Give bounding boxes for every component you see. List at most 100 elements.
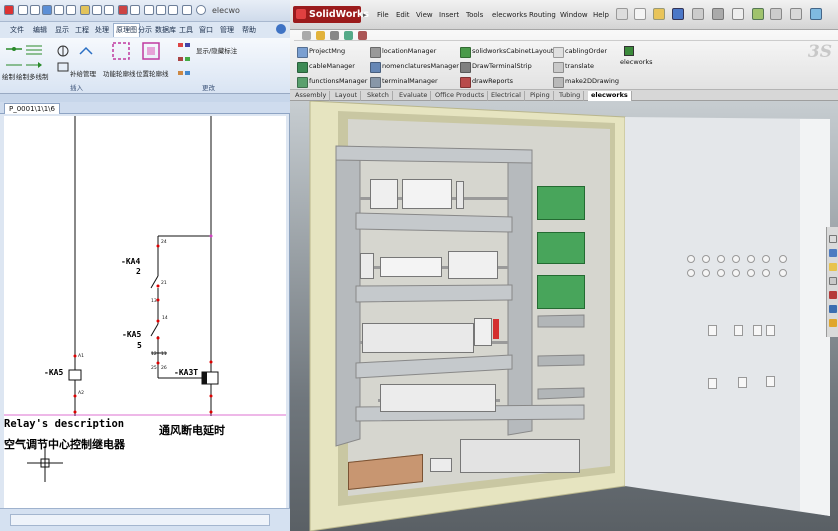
- green-relay-module[interactable]: [537, 232, 585, 264]
- tab-assembly[interactable]: Assembly: [292, 91, 331, 101]
- cmd-nomenclatures-manager[interactable]: nomenclaturesManager: [370, 62, 459, 73]
- green-relay-module[interactable]: [537, 275, 585, 309]
- delete-icon[interactable]: [358, 31, 367, 40]
- new-document-icon[interactable]: [634, 8, 646, 20]
- tab-window[interactable]: 窗口: [199, 25, 213, 35]
- feature-icon[interactable]: [316, 31, 325, 40]
- print-icon[interactable]: [692, 8, 704, 20]
- tab-elecworks[interactable]: elecworks: [588, 91, 632, 101]
- terminal-small[interactable]: [430, 458, 452, 472]
- save-disk-icon[interactable]: [672, 8, 684, 20]
- cmd-location-manager[interactable]: locationManager: [370, 47, 436, 58]
- function-outline-icon[interactable]: [112, 42, 130, 60]
- cmd-translate[interactable]: translate: [553, 62, 594, 73]
- red-lever[interactable]: [493, 319, 499, 339]
- breaker-small[interactable]: [360, 253, 374, 279]
- pin-icon[interactable]: [616, 8, 628, 20]
- end-stop[interactable]: [456, 181, 464, 209]
- terminal-row[interactable]: [380, 384, 496, 412]
- cmd-cabinet-layout[interactable]: solidworksCabinetLayout: [460, 47, 553, 58]
- menu-window[interactable]: Window: [560, 11, 588, 19]
- tab-schematic[interactable]: 原理图: [113, 23, 140, 37]
- symbol-icon[interactable]: [55, 44, 71, 58]
- tab-database[interactable]: 数据库: [155, 25, 176, 35]
- schematic-canvas[interactable]: -KA4 2 -KA5 5 -KA5 -KA3T 24 21 13 14 12 …: [4, 116, 286, 508]
- function-outline-button[interactable]: 功能轮廓线: [103, 68, 136, 78]
- cmd-draw-reports[interactable]: drawReports: [460, 77, 513, 88]
- tab-layout[interactable]: 分示: [138, 25, 152, 35]
- cmd-make-2d-drawing[interactable]: make2DDrawing: [553, 77, 619, 88]
- menu-view[interactable]: View: [416, 11, 433, 19]
- select-arrow-icon[interactable]: [732, 8, 744, 20]
- tab-edit[interactable]: 编辑: [33, 25, 47, 35]
- contactor-row[interactable]: [362, 323, 474, 353]
- help-book-icon[interactable]: [810, 8, 822, 20]
- tab-layout[interactable]: Layout: [332, 91, 362, 101]
- smart-icon[interactable]: [344, 31, 353, 40]
- command-input[interactable]: [10, 514, 270, 526]
- tab-view[interactable]: 显示: [55, 25, 69, 35]
- app-logo-icon[interactable]: [4, 5, 14, 15]
- cmd-cabling-order[interactable]: cablingOrder: [553, 47, 607, 58]
- undo-icon[interactable]: [712, 8, 724, 20]
- renumber-icon[interactable]: [176, 69, 192, 83]
- tab-office-products[interactable]: Office Products: [432, 91, 489, 101]
- terminal-block-group[interactable]: [402, 179, 452, 209]
- view-palette-icon[interactable]: [829, 277, 837, 285]
- tab-evaluate[interactable]: Evaluate: [396, 91, 432, 101]
- draw-wire-icon[interactable]: [6, 42, 22, 56]
- elecworks-main-icon[interactable]: [624, 46, 634, 56]
- delete-icon[interactable]: [118, 5, 128, 15]
- tab-manage[interactable]: 管理: [220, 25, 234, 35]
- attribute-icon[interactable]: [176, 41, 192, 55]
- location-outline-icon[interactable]: [142, 42, 160, 60]
- design-library-icon[interactable]: [829, 249, 837, 257]
- tab-piping[interactable]: Piping: [527, 91, 554, 101]
- circuit-breaker[interactable]: [370, 179, 398, 209]
- cmd-cable-manager[interactable]: cableManager: [297, 62, 355, 73]
- cmd-project-manager[interactable]: ProjectMng: [297, 47, 345, 58]
- undo-icon[interactable]: [54, 5, 64, 15]
- tab-sketch[interactable]: Sketch: [364, 91, 393, 101]
- draw-multiwire-icon[interactable]: [26, 42, 42, 56]
- custom-props-icon[interactable]: [829, 305, 837, 313]
- cable-mgmt-icon[interactable]: [78, 44, 94, 58]
- save-icon[interactable]: [42, 5, 52, 15]
- cmd-draw-terminal-strip[interactable]: DrawTerminalStrip: [460, 62, 532, 73]
- menu-expand-icon[interactable]: ▸: [363, 11, 367, 19]
- open-folder-icon[interactable]: [653, 8, 665, 20]
- redo-icon[interactable]: [66, 5, 76, 15]
- draw-multi-button[interactable]: 绘制多线制: [16, 71, 49, 81]
- tab-electrical[interactable]: Electrical: [488, 91, 525, 101]
- menu-insert[interactable]: Insert: [439, 11, 459, 19]
- show-hide-annotation-button[interactable]: 显示/隐藏标注: [196, 45, 237, 55]
- new-icon[interactable]: [18, 5, 28, 15]
- cable-mgmt-button[interactable]: 补给管理: [70, 68, 96, 78]
- file-explorer-icon[interactable]: [829, 263, 837, 271]
- tab-tubing[interactable]: Tubing: [556, 91, 585, 101]
- green-relay-module[interactable]: [537, 186, 585, 220]
- file-props-icon[interactable]: [770, 8, 782, 20]
- menu-elecworks[interactable]: elecworks: [492, 11, 527, 19]
- wire-small-icon[interactable]: [6, 58, 22, 72]
- elecworks-label[interactable]: elecworks: [620, 58, 653, 66]
- menu-edit[interactable]: Edit: [396, 11, 410, 19]
- open-icon[interactable]: [30, 5, 40, 15]
- wire-arrow-icon[interactable]: [26, 58, 42, 72]
- resources-icon[interactable]: [829, 235, 837, 243]
- main-switch[interactable]: [474, 318, 492, 346]
- appearances-icon[interactable]: [829, 291, 837, 299]
- location-outline-button[interactable]: 位置轮廓线: [136, 68, 169, 78]
- menu-tools[interactable]: Tools: [466, 11, 483, 19]
- print-icon[interactable]: [130, 5, 140, 15]
- paste-icon[interactable]: [104, 5, 114, 15]
- tag-icon[interactable]: [176, 55, 192, 69]
- help-icon[interactable]: [196, 5, 206, 15]
- connector-icon[interactable]: [55, 60, 71, 74]
- zoom-in-icon[interactable]: [144, 5, 154, 15]
- cut-icon[interactable]: [80, 5, 90, 15]
- document-tab[interactable]: P_0001\1\1\6: [4, 103, 60, 114]
- options-gear-icon[interactable]: [790, 8, 802, 20]
- tab-tools[interactable]: 工具: [179, 25, 193, 35]
- graphics-area[interactable]: [290, 101, 838, 531]
